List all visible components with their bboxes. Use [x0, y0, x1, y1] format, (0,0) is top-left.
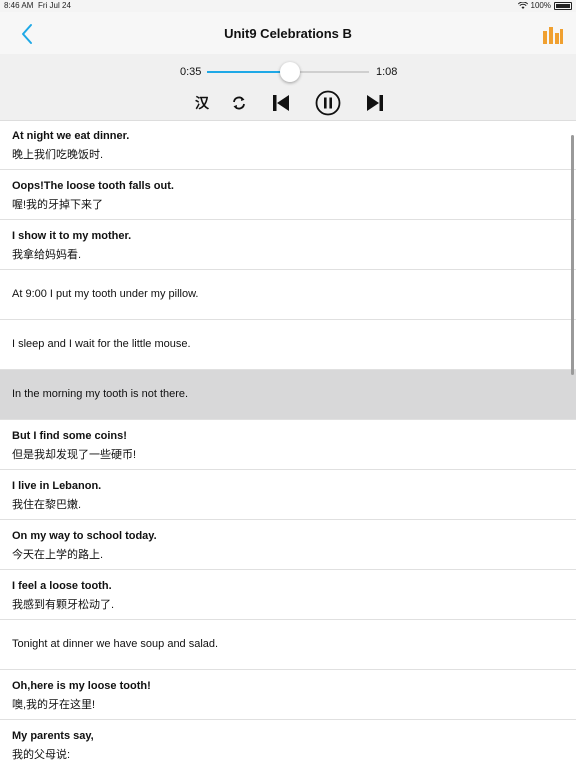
- chinese-toggle-label: 汉: [195, 95, 209, 111]
- pause-button[interactable]: [315, 90, 341, 116]
- skip-previous-icon: [273, 95, 289, 111]
- list-item[interactable]: But I find some coins! 但是我却发现了一些硬币!: [0, 420, 576, 470]
- battery-icon: [554, 1, 572, 10]
- sentence-english: At night we eat dinner.: [12, 130, 130, 142]
- bar-chart-icon: [543, 27, 563, 44]
- progress-slider[interactable]: [207, 62, 369, 82]
- sentence-chinese: 今天在上学的路上.: [12, 549, 104, 561]
- list-item[interactable]: I sleep and I wait for the little mouse.: [0, 320, 576, 370]
- list-item[interactable]: I live in Lebanon. 我住在黎巴嫩.: [0, 470, 576, 520]
- sentence-english: Oops!The loose tooth falls out.: [12, 180, 174, 192]
- progress-fill: [207, 71, 290, 73]
- sentence-chinese: 噢,我的牙在这里!: [12, 699, 96, 711]
- list-item[interactable]: Oops!The loose tooth falls out. 喔!我的牙掉下来了: [0, 170, 576, 220]
- sentence-english: I live in Lebanon.: [12, 480, 102, 492]
- scrollbar[interactable]: [571, 135, 574, 375]
- repeat-button[interactable]: [226, 90, 252, 116]
- total-time: 1:08: [376, 66, 398, 78]
- sentence-english: Oh,here is my loose tooth!: [12, 680, 151, 692]
- sentence-chinese: 我的父母说:: [12, 749, 71, 761]
- sentence-english: On my way to school today.: [12, 530, 157, 542]
- sentence-list[interactable]: At night we eat dinner. 晚上我们吃晚饭时. Oops!The…: [0, 120, 576, 768]
- sentence-chinese: 我拿给妈妈看.: [12, 249, 82, 261]
- sentence-english: My parents say,: [12, 730, 94, 742]
- status-right: 100%: [517, 1, 572, 10]
- battery-percent: 100%: [530, 1, 551, 10]
- list-item[interactable]: At 9:00 I put my tooth under my pillow.: [0, 270, 576, 320]
- status-bar: 8:46 AM Fri Jul 24 100%: [0, 0, 576, 12]
- chinese-toggle-button[interactable]: 汉: [189, 90, 215, 116]
- list-item[interactable]: I show it to my mother. 我拿给妈妈看.: [0, 220, 576, 270]
- sentence-chinese: 喔!我的牙掉下来了: [12, 199, 104, 211]
- previous-button[interactable]: [268, 90, 294, 116]
- sentence-chinese: 晚上我们吃晚饭时.: [12, 149, 104, 161]
- sentence-english: I feel a loose tooth.: [12, 580, 112, 592]
- repeat-icon: [233, 96, 245, 110]
- list-item[interactable]: At night we eat dinner. 晚上我们吃晚饭时.: [0, 120, 576, 170]
- current-time: 0:35: [180, 66, 202, 78]
- skip-next-icon: [367, 95, 383, 111]
- next-button[interactable]: [362, 90, 388, 116]
- sentence-english: I sleep and I wait for the little mouse.: [12, 338, 191, 350]
- sentence-english: I show it to my mother.: [12, 230, 132, 242]
- list-item[interactable]: Oh,here is my loose tooth! 噢,我的牙在这里!: [0, 670, 576, 720]
- list-item[interactable]: In the morning my tooth is not there.: [0, 370, 576, 420]
- list-item[interactable]: On my way to school today. 今天在上学的路上.: [0, 520, 576, 570]
- list-item[interactable]: Tonight at dinner we have soup and salad…: [0, 620, 576, 670]
- sentence-english: In the morning my tooth is not there.: [12, 388, 189, 400]
- page-title: Unit9 Celebrations B: [224, 26, 352, 41]
- sentence-chinese: 我住在黎巴嫩.: [12, 499, 82, 511]
- sentence-english: But I find some coins!: [12, 430, 127, 442]
- sentence-chinese: 我感到有颗牙松动了.: [12, 599, 115, 611]
- sentence-english: At 9:00 I put my tooth under my pillow.: [12, 288, 199, 300]
- status-date: Fri Jul 24: [38, 1, 71, 10]
- stats-button[interactable]: [542, 26, 564, 44]
- status-time: 8:46 AM: [4, 1, 34, 10]
- pause-icon: [315, 90, 341, 116]
- audio-player: 0:35 1:08 汉: [0, 54, 576, 121]
- wifi-icon: [517, 1, 528, 9]
- sentence-chinese: 但是我却发现了一些硬币!: [12, 449, 137, 461]
- slider-thumb[interactable]: [279, 62, 300, 82]
- navigation-bar: Unit9 Celebrations B: [0, 12, 576, 54]
- list-item[interactable]: I feel a loose tooth. 我感到有颗牙松动了.: [0, 570, 576, 620]
- list-item[interactable]: My parents say, 我的父母说:: [0, 720, 576, 768]
- sentence-english: Tonight at dinner we have soup and salad…: [12, 638, 219, 650]
